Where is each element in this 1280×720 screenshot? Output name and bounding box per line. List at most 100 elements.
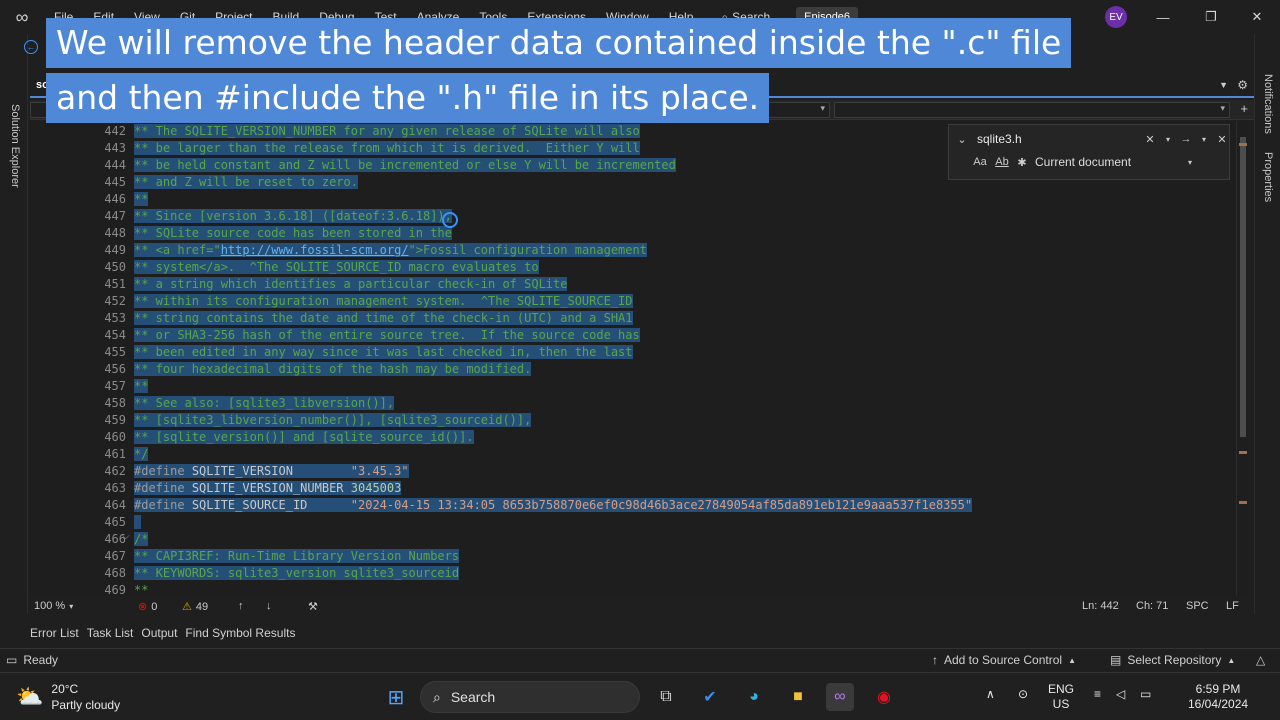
code-line[interactable]: ** be held constant and Z will be increm… [134, 157, 676, 174]
code-line[interactable]: ** [134, 191, 149, 208]
battery-icon[interactable]: ▭ [1140, 687, 1151, 702]
code-line[interactable]: ** [134, 378, 149, 395]
search-options-icon[interactable]: ▾ [1159, 130, 1177, 148]
close-button[interactable]: ✕ [1234, 0, 1280, 34]
code-line[interactable]: ** Since [version 3.6.18] ([dateof:3.6.1… [134, 208, 452, 225]
whitespace-mode[interactable]: SPC [1186, 600, 1209, 612]
fold-icon[interactable]: ⌵ [122, 531, 130, 542]
code-line[interactable]: ** be larger than the release from which… [134, 140, 640, 157]
code-line[interactable]: #define SQLITE_VERSION_NUMBER 3045003 [134, 480, 402, 497]
wifi-icon[interactable]: ≡ [1094, 687, 1101, 702]
close-find-icon[interactable]: ✕ [1213, 130, 1231, 148]
comment-text: ** been edited in any way since it was l… [134, 345, 633, 359]
code-line[interactable]: ** <a href="http://www.fossil-scm.org/">… [134, 242, 647, 259]
code-line[interactable]: ** a string which identifies a particula… [134, 276, 568, 293]
code-editor[interactable]: 442 443 444 445 446 447 448 449 450 451 452 453 454 4… [30, 121, 1242, 596]
error-count[interactable]: 0 [151, 601, 157, 613]
todo-icon[interactable]: ✔ [696, 683, 724, 711]
line-ending[interactable]: LF [1226, 600, 1239, 612]
microphone-icon[interactable]: ⊙ [1018, 687, 1028, 702]
code-line[interactable]: ** See also: [sqlite3_libversion()], [134, 395, 395, 412]
code-line[interactable]: ** [134, 582, 148, 596]
comment-text: ** a string which identifies a particula… [134, 277, 568, 291]
comment-text: ** SQLite source code has been stored in… [134, 226, 452, 240]
split-icon[interactable]: + [1240, 101, 1248, 116]
file-explorer-icon[interactable]: ■ [784, 683, 812, 711]
code-line[interactable]: ** been edited in any way since it was l… [134, 344, 633, 361]
visual-studio-icon[interactable]: ∞ [826, 683, 854, 711]
member-dropdown[interactable]: ▾ [834, 102, 1230, 118]
macro-value: "2024-04-15 13:34:05 8653b758870e6ef0c98… [350, 498, 973, 512]
tab-task-list[interactable]: Task List [87, 626, 134, 640]
gear-icon[interactable]: ⚙ [1237, 78, 1248, 92]
code-line[interactable]: ** CAPI3REF: Run-Time Library Version Nu… [134, 548, 460, 565]
toggle-replace-icon[interactable]: ⌄ [953, 130, 971, 148]
line-number[interactable]: Ln: 442 [1082, 600, 1119, 612]
tab-find-symbol-results[interactable]: Find Symbol Results [185, 626, 295, 640]
minimize-icon: — [1156, 9, 1170, 25]
code-line[interactable]: ** string contains the date and time of … [134, 310, 633, 327]
code-line[interactable]: ** KEYWORDS: sqlite3_version sqlite3_sou… [134, 565, 460, 582]
tab-dropdown-icon[interactable]: ▼ [1219, 80, 1228, 90]
code-line[interactable]: ** SQLite source code has been stored in… [134, 225, 452, 242]
task-view-icon[interactable]: ⧉ [652, 683, 680, 711]
code-line[interactable]: ** and Z will be reset to zero. [134, 174, 358, 191]
up-arrow-icon[interactable]: ↑ [238, 600, 244, 612]
back-icon[interactable]: ← [24, 40, 38, 54]
scope-select[interactable]: Current document [1031, 155, 1181, 169]
code-line[interactable]: ** or SHA3-256 hash of the entire source… [134, 327, 640, 344]
regex-icon[interactable]: ✱ [1013, 153, 1031, 171]
find-next-icon[interactable]: → [1177, 130, 1195, 148]
weather-widget[interactable]: ⛅ 20°C Partly cloudy [16, 681, 120, 713]
edge-icon[interactable]: ◕ [740, 683, 768, 711]
code-line[interactable]: #define SQLITE_VERSION "3.45.3" [134, 463, 409, 480]
char-number[interactable]: Ch: 71 [1136, 600, 1168, 612]
language-indicator[interactable]: ENG US [1048, 682, 1074, 712]
record-icon[interactable]: ◉ [870, 683, 898, 711]
weather-description: Partly cloudy [51, 698, 121, 712]
match-case-icon[interactable]: Aa [969, 153, 991, 171]
comment-text: ** [134, 379, 149, 393]
minimize-button[interactable]: — [1140, 0, 1186, 34]
code-line[interactable]: #define SQLITE_SOURCE_ID "2024-04-15 13:… [134, 497, 973, 514]
code-line[interactable]: ** [sqlite3_libversion_number()], [sqlit… [134, 412, 532, 429]
tab-error-list[interactable]: Error List [30, 626, 79, 640]
warning-count[interactable]: 49 [196, 601, 208, 613]
code-line[interactable]: ** four hexadecimal digits of the hash m… [134, 361, 532, 378]
restore-button[interactable]: ❐ [1188, 0, 1234, 34]
find-options-icon[interactable]: ▾ [1195, 130, 1213, 148]
solution-explorer-tab[interactable]: Solution Explorer [9, 104, 21, 188]
code-line[interactable]: */ [134, 446, 149, 463]
code-line[interactable]: ** system</a>. ^The SQLITE_SOURCE_ID mac… [134, 259, 539, 276]
start-icon[interactable]: ⊞ [382, 683, 410, 711]
code-line[interactable] [134, 514, 142, 531]
zoom-level[interactable]: 100 % [34, 600, 65, 612]
vertical-scrollbar[interactable] [1236, 121, 1248, 596]
add-to-source-control-button[interactable]: Add to Source Control [944, 653, 1062, 667]
tray-overflow-icon[interactable]: ∧ [986, 687, 995, 702]
find-input[interactable]: sqlite3.h [971, 129, 1141, 149]
comment-text: ** be larger than the release from which… [134, 141, 640, 155]
code-line[interactable]: ** within its configuration management s… [134, 293, 633, 310]
select-repository-button[interactable]: Select Repository [1127, 653, 1221, 667]
brush-icon[interactable]: ⚒ [308, 600, 318, 613]
clock[interactable]: 6:59 PM 16/04/2024 [1188, 682, 1248, 712]
code-line[interactable]: /* [134, 531, 149, 548]
line-number: 468 [104, 566, 126, 580]
tab-output[interactable]: Output [141, 626, 177, 640]
chevron-down-icon[interactable]: ▾ [69, 602, 73, 611]
whole-word-icon[interactable]: Ab [991, 153, 1013, 171]
notification-bell-icon[interactable]: △ [1256, 653, 1265, 667]
chevron-down-icon[interactable]: ▾ [1181, 153, 1199, 171]
down-arrow-icon[interactable]: ↓ [266, 600, 272, 612]
scroll-thumb[interactable] [1240, 137, 1246, 437]
avatar[interactable]: EV [1105, 6, 1127, 28]
code-line[interactable]: ** The SQLITE_VERSION_NUMBER for any giv… [134, 123, 640, 140]
notifications-tab[interactable]: Notifications [1262, 74, 1274, 134]
properties-tab[interactable]: Properties [1262, 152, 1274, 202]
code-line[interactable]: ** [sqlite_version()] and [sqlite_source… [134, 429, 474, 446]
visual-studio-logo-icon: ∞ [15, 6, 29, 27]
taskbar-search[interactable]: ⌕ Search [420, 681, 640, 713]
volume-icon[interactable]: ◁ [1116, 687, 1125, 702]
clear-icon[interactable]: ✕ [1141, 130, 1159, 148]
